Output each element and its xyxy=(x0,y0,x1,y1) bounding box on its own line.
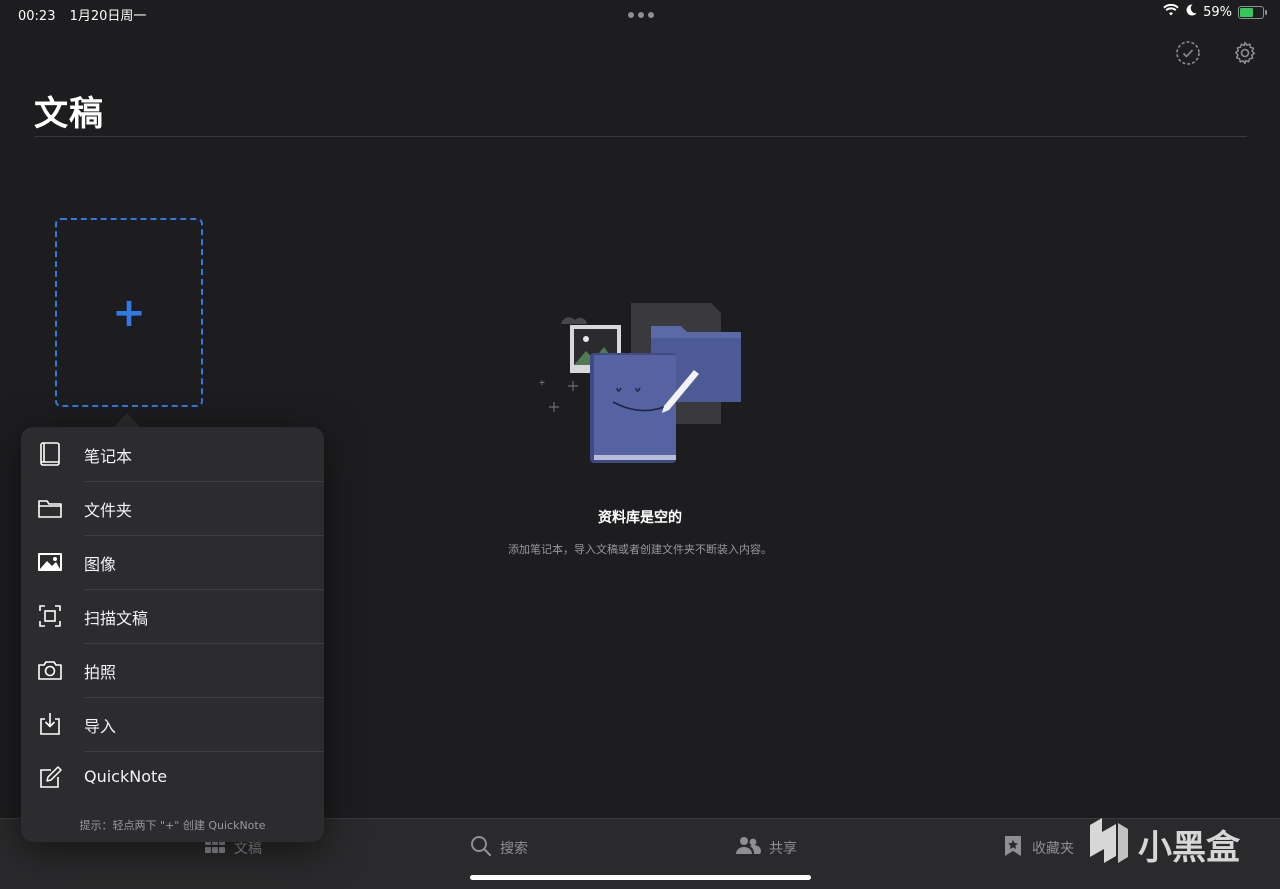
search-icon xyxy=(470,835,492,861)
menu-item-label: 拍照 xyxy=(84,663,117,682)
plus-icon: + xyxy=(112,289,146,336)
image-icon xyxy=(37,549,63,575)
menu-item-label: 文件夹 xyxy=(84,501,133,520)
add-new-card[interactable]: + xyxy=(55,218,203,407)
watermark-text: 小黑盒 xyxy=(1138,828,1240,868)
status-time: 00:23 xyxy=(18,9,56,24)
menu-item-label: 扫描文稿 xyxy=(84,609,149,628)
menu-item-image[interactable]: 图像 xyxy=(21,535,324,589)
menu-item-notebook[interactable]: 笔记本 xyxy=(21,427,324,481)
empty-state-title: 资料库是空的 xyxy=(598,510,682,526)
menu-item-folder[interactable]: 文件夹 xyxy=(21,481,324,535)
wifi-icon xyxy=(1163,3,1179,20)
menu-item-scan[interactable]: 扫描文稿 xyxy=(21,589,324,643)
status-date: 1月20日周一 xyxy=(69,9,147,24)
tab-label: 收藏夹 xyxy=(1032,841,1074,857)
notebook-icon xyxy=(37,441,63,467)
tab-label: 共享 xyxy=(769,841,797,857)
empty-state-description: 添加笔记本，导入文稿或者创建文件夹不断装入内容。 xyxy=(508,543,772,556)
quicknote-hint: 提示：轻点两下 "+" 创建 QuickNote xyxy=(79,819,266,832)
menu-item-label: 笔记本 xyxy=(84,447,133,466)
moon-icon xyxy=(1185,4,1197,20)
menu-item-import[interactable]: 导入 xyxy=(21,697,324,751)
title-divider xyxy=(34,136,1247,137)
import-icon xyxy=(37,711,63,737)
checkmark-circle-icon[interactable] xyxy=(1175,40,1201,66)
heybox-logo-icon xyxy=(1088,815,1130,874)
bookmark-star-icon xyxy=(1002,835,1024,861)
camera-icon xyxy=(37,657,63,683)
gear-icon[interactable] xyxy=(1232,40,1258,66)
status-bar: 00:23 1月20日周一 59% xyxy=(0,0,1280,28)
empty-library-illustration xyxy=(533,298,748,468)
tab-search[interactable]: 搜索 xyxy=(470,835,528,861)
tab-favorites[interactable]: 收藏夹 xyxy=(1002,835,1074,861)
battery-percent: 59% xyxy=(1203,4,1232,20)
popover-arrow xyxy=(113,413,141,428)
tab-shared[interactable]: 共享 xyxy=(735,835,797,861)
people-icon xyxy=(735,835,761,861)
quicknote-icon xyxy=(37,765,63,791)
home-indicator[interactable] xyxy=(470,875,811,880)
menu-item-label: QuickNote xyxy=(84,767,168,786)
scan-icon xyxy=(37,603,63,629)
folder-icon xyxy=(37,495,63,521)
create-menu-popover: 笔记本 文件夹 图像 扫描文稿 拍照 导入 QuickNote 提示：轻点两下 … xyxy=(21,427,324,842)
watermark: 小黑盒 xyxy=(1088,815,1240,874)
tab-label: 搜索 xyxy=(500,841,528,857)
page-title: 文稿 xyxy=(34,94,104,134)
multitasking-dots-icon[interactable] xyxy=(628,12,654,18)
menu-item-quicknote[interactable]: QuickNote xyxy=(21,751,324,805)
menu-item-camera[interactable]: 拍照 xyxy=(21,643,324,697)
menu-item-label: 图像 xyxy=(84,555,117,574)
battery-icon xyxy=(1238,5,1267,19)
menu-item-label: 导入 xyxy=(84,717,117,736)
